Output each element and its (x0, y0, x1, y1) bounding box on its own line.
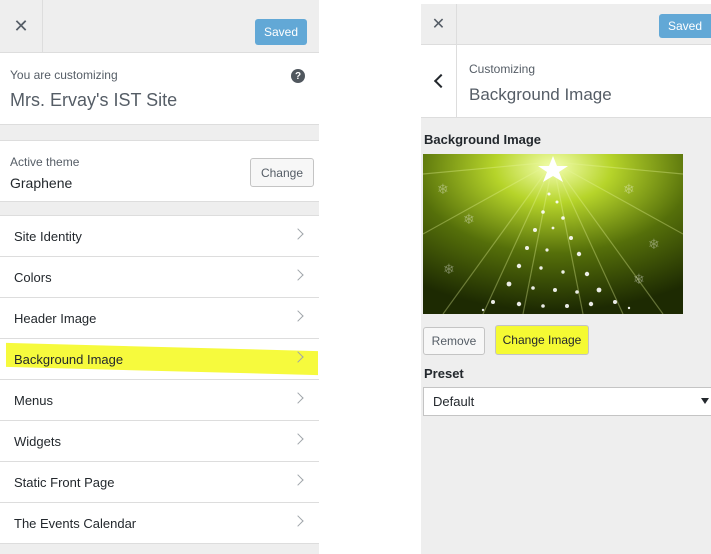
svg-text:❄: ❄ (648, 237, 660, 253)
customizer-nav: Site Identity Colors Header Image Backgr… (0, 215, 319, 544)
nav-item-widgets[interactable]: Widgets (0, 421, 319, 462)
nav-item-label: Menus (14, 392, 54, 408)
remove-button[interactable]: Remove (423, 327, 485, 355)
nav-item-label: Site Identity (14, 228, 82, 244)
svg-text:❄: ❄ (463, 212, 475, 228)
nav-item-colors[interactable]: Colors (0, 257, 319, 298)
chevron-right-icon (292, 269, 304, 281)
chevron-right-icon (292, 515, 304, 527)
customizing-info: You are customizing Mrs. Ervay's IST Sit… (0, 53, 319, 125)
close-icon[interactable]: ✕ (0, 0, 43, 52)
svg-text:❄: ❄ (623, 182, 635, 198)
active-theme-name: Graphene (10, 175, 73, 191)
active-theme-section: Active theme Graphene Change (0, 140, 319, 202)
chevron-left-icon (433, 73, 448, 89)
back-button[interactable] (421, 45, 457, 117)
section-header: Customizing Background Image (421, 45, 711, 118)
background-image-preview: ❄ ❄ ❄ ❄ ❄ ❄ (423, 154, 683, 314)
nav-item-header-image[interactable]: Header Image (0, 298, 319, 339)
customizer-panel-right: ✕ Saved Customizing Background Image Bac… (421, 4, 711, 554)
svg-text:❄: ❄ (633, 272, 645, 288)
customizer-panel-left: ✕ Saved You are customizing Mrs. Ervay's… (0, 0, 319, 554)
preset-select[interactable]: Default (423, 387, 711, 416)
section-breadcrumb: Customizing (469, 62, 536, 76)
chevron-right-icon (292, 310, 304, 322)
section-title: Background Image (469, 85, 612, 104)
chevron-right-icon (292, 433, 304, 445)
nav-item-static-front-page[interactable]: Static Front Page (0, 462, 319, 503)
nav-item-label: Background Image (14, 351, 124, 367)
svg-text:❄: ❄ (443, 262, 455, 278)
preset-value: Default (433, 394, 475, 409)
nav-item-label: Widgets (14, 433, 61, 449)
nav-item-label: Header Image (14, 310, 97, 326)
active-theme-label: Active theme (10, 155, 80, 169)
svg-text:❄: ❄ (437, 182, 449, 198)
site-title: Mrs. Ervay's IST Site (10, 90, 178, 110)
change-theme-button[interactable]: Change (250, 158, 314, 187)
saved-button[interactable]: Saved (255, 19, 307, 45)
chevron-right-icon (292, 474, 304, 486)
nav-item-menus[interactable]: Menus (0, 380, 319, 421)
close-icon[interactable]: ✕ (421, 4, 457, 44)
field-title: Background Image (424, 132, 542, 147)
saved-button[interactable]: Saved (659, 14, 711, 38)
preset-label: Preset (424, 366, 464, 381)
help-icon[interactable]: ? (291, 69, 305, 83)
customizer-header: ✕ Saved (0, 0, 319, 53)
nav-item-label: Colors (14, 269, 52, 285)
nav-item-label: The Events Calendar (14, 515, 137, 531)
customizer-header: ✕ Saved (421, 4, 711, 45)
nav-item-site-identity[interactable]: Site Identity (0, 215, 319, 257)
nav-item-label: Static Front Page (14, 474, 115, 490)
chevron-right-icon (292, 228, 304, 240)
change-image-button[interactable]: Change Image (495, 325, 589, 355)
nav-item-events-calendar[interactable]: The Events Calendar (0, 503, 319, 544)
dropdown-caret-icon (701, 398, 709, 404)
chevron-right-icon (292, 392, 304, 404)
customizing-label: You are customizing (10, 68, 118, 82)
nav-item-background-image[interactable]: Background Image (0, 339, 319, 380)
